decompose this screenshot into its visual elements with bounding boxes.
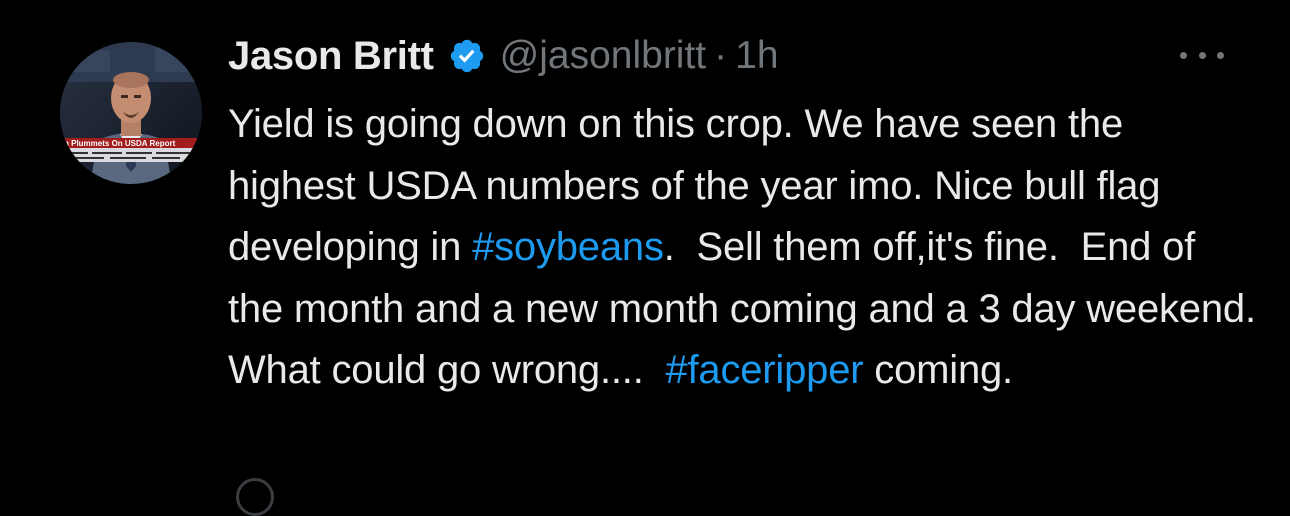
avatar-ticker-text: n Plummets On USDA Report bbox=[64, 139, 176, 148]
tweet-text-segment: coming. bbox=[863, 348, 1013, 393]
hashtag-soybeans[interactable]: #soybeans bbox=[472, 225, 664, 269]
tweet[interactable]: n Plummets On USDA Report Jason Britt @j… bbox=[0, 0, 1290, 516]
author-handle[interactable]: @jasonlbritt bbox=[500, 34, 707, 78]
tweet-timestamp[interactable]: 1h bbox=[735, 34, 778, 78]
header-separator: · bbox=[714, 34, 728, 77]
avatar[interactable]: n Plummets On USDA Report bbox=[60, 42, 202, 184]
more-options-icon[interactable] bbox=[1180, 40, 1224, 70]
author-name[interactable]: Jason Britt bbox=[228, 34, 434, 79]
more-dot bbox=[1217, 51, 1224, 59]
more-dot bbox=[1180, 51, 1187, 59]
tweet-text: Yield is going down on this crop. We hav… bbox=[228, 94, 1258, 402]
verified-badge-icon[interactable] bbox=[448, 37, 486, 75]
more-dot bbox=[1198, 51, 1206, 59]
tweet-header: Jason Britt @jasonlbritt · 1h bbox=[228, 26, 779, 86]
hashtag-faceripper[interactable]: #faceripper bbox=[665, 348, 863, 392]
reply-icon[interactable] bbox=[236, 478, 274, 516]
avatar-photo: n Plummets On USDA Report bbox=[60, 42, 202, 184]
